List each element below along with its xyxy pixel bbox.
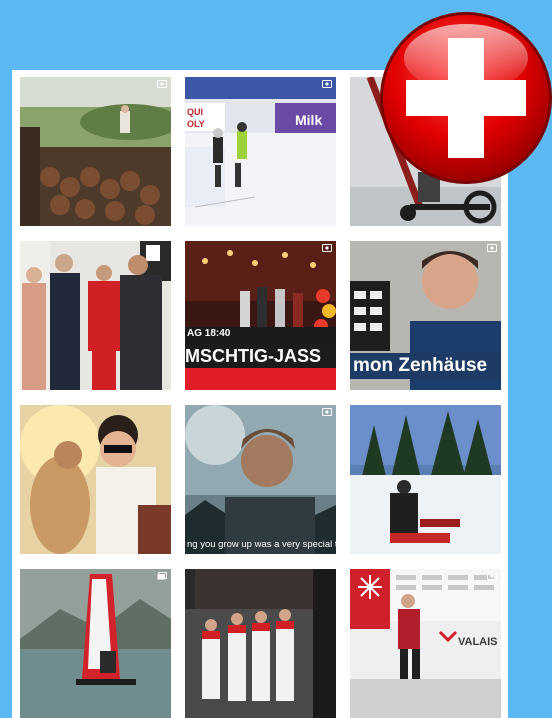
post-image-garden bbox=[20, 77, 171, 226]
post-image-team-suits bbox=[185, 569, 336, 718]
tv-air-time: AG 18:40 bbox=[187, 328, 231, 339]
post-tile-snow-sled[interactable] bbox=[350, 405, 501, 554]
gallery-icon bbox=[157, 572, 167, 580]
video-subtitle: ng you grow up was a very special thing bbox=[187, 539, 336, 550]
video-icon bbox=[157, 80, 167, 88]
video-icon bbox=[322, 80, 332, 88]
post-image-windsurf bbox=[20, 569, 171, 718]
post-tile-tv-show[interactable]: AG 18:40 MSCHTIG-JASS bbox=[185, 241, 336, 390]
post-image-ski-race: Milk QUI OLY bbox=[185, 77, 336, 226]
post-tile-group-photo[interactable] bbox=[20, 241, 171, 390]
post-image-group-photo bbox=[20, 241, 171, 390]
tv-show-title: MSCHTIG-JASS bbox=[185, 344, 336, 368]
video-icon bbox=[322, 408, 332, 416]
video-icon bbox=[487, 572, 497, 580]
screen: Milk QUI OLY AG 18:40 MSCHTIG-JASS mon Z… bbox=[0, 0, 552, 718]
swiss-flag-icon bbox=[380, 12, 552, 184]
svg-text:Milk: Milk bbox=[295, 112, 322, 128]
post-image-selfie-camel bbox=[20, 405, 171, 554]
post-tile-portrait-sunset[interactable]: ng you grow up was a very special thing bbox=[185, 405, 336, 554]
post-image-portrait-sunset bbox=[185, 405, 336, 554]
post-tile-garden[interactable] bbox=[20, 77, 171, 226]
video-icon bbox=[487, 244, 497, 252]
post-image-snow-sled bbox=[350, 405, 501, 554]
post-tile-valais-booth[interactable]: VALAIS bbox=[350, 569, 501, 718]
post-tile-selfie-camel[interactable] bbox=[20, 405, 171, 554]
interview-name-caption: mon Zenhäuse bbox=[350, 353, 501, 379]
valais-logo-text: VALAIS bbox=[458, 636, 498, 648]
post-tile-windsurf[interactable] bbox=[20, 569, 171, 718]
svg-text:OLY: OLY bbox=[187, 119, 205, 129]
post-tile-interview[interactable]: mon Zenhäuse bbox=[350, 241, 501, 390]
post-tile-ski-race[interactable]: Milk QUI OLY bbox=[185, 77, 336, 226]
post-tile-team-suits[interactable] bbox=[185, 569, 336, 718]
svg-text:QUI: QUI bbox=[187, 107, 203, 117]
video-icon bbox=[322, 244, 332, 252]
